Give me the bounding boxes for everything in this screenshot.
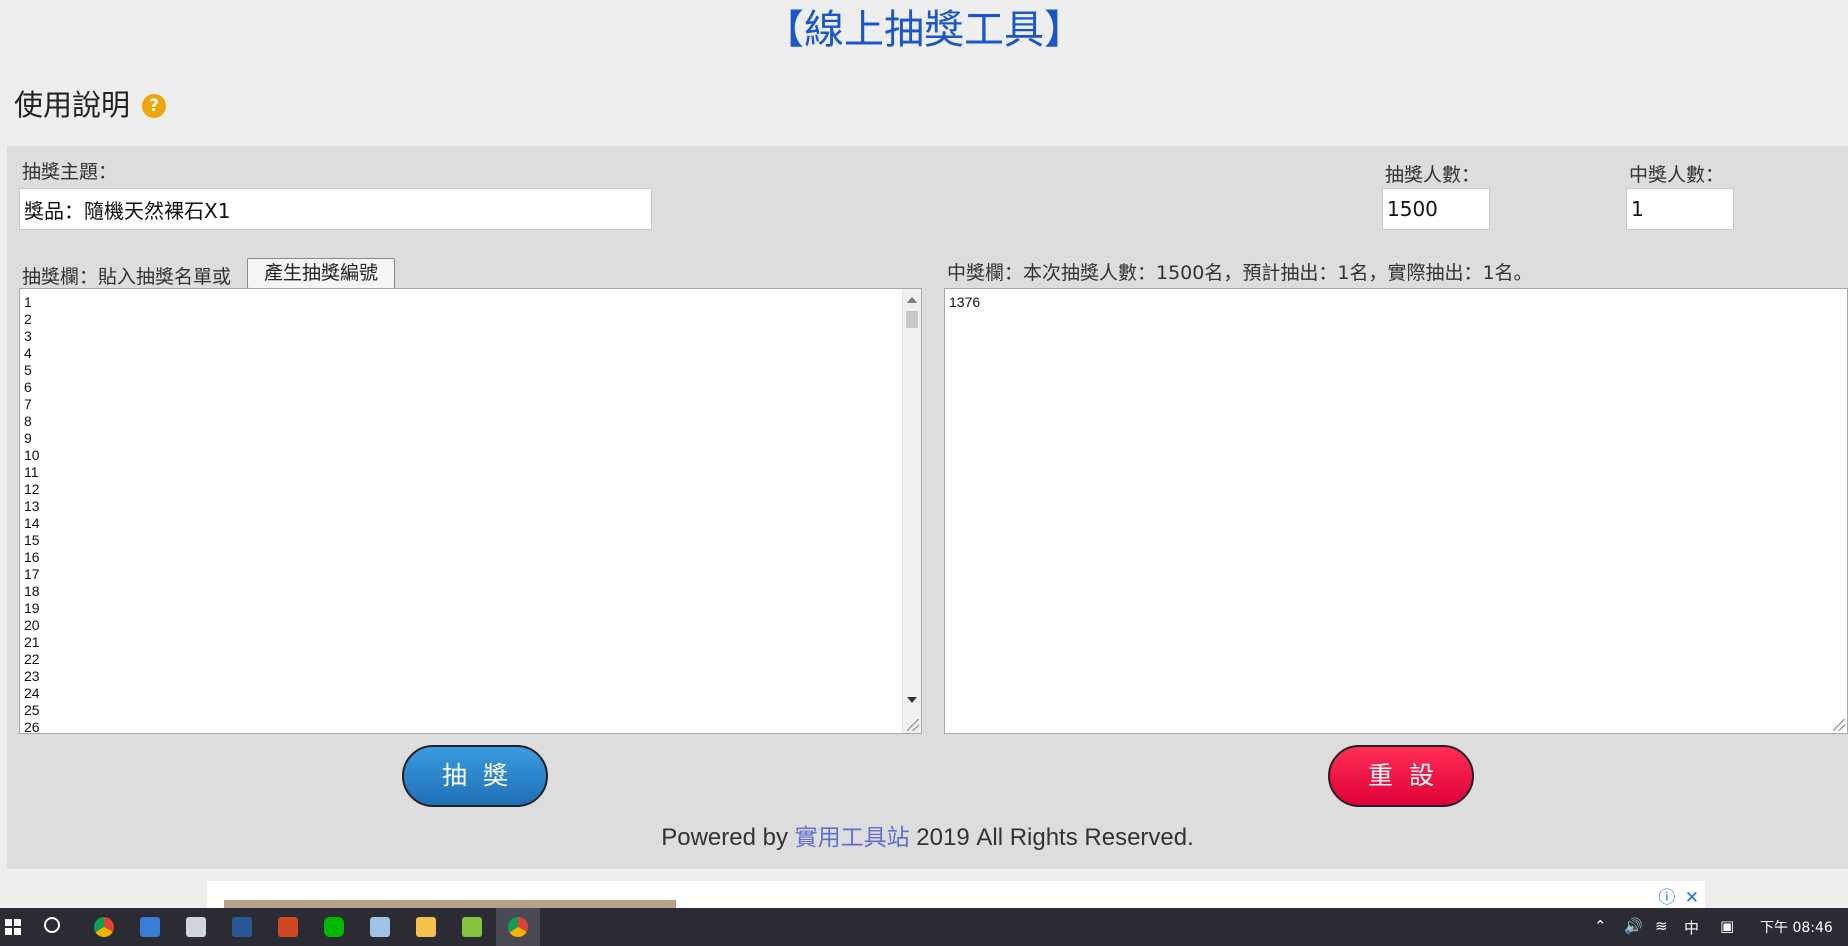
folder-icon[interactable] [416, 917, 436, 937]
reset-button[interactable]: 重設 [1328, 745, 1474, 807]
entries-label: 抽獎欄：貼入抽獎名單或 [22, 266, 232, 288]
lottery-panel: 抽獎主題： 抽獎人數： 中獎人數： 抽獎欄：貼入抽獎名單或 產生抽獎編號 中獎欄… [7, 146, 1848, 869]
entry-line: 11 [24, 464, 39, 480]
entry-line: 18 [24, 583, 40, 599]
powerpoint-icon[interactable] [278, 917, 298, 937]
entry-line: 1 [24, 294, 32, 310]
windows-start-icon[interactable] [5, 919, 21, 935]
winners-textarea[interactable]: 1376 [944, 288, 1848, 734]
entries-textarea[interactable]: 1 2 3 4 5 6 7 8 9 10 11 12 13 14 15 16 17 18 19 20 21 22 23 24 2… [19, 288, 922, 734]
resize-grip-icon[interactable] [1833, 719, 1845, 731]
entry-line: 20 [24, 617, 40, 633]
entries-list: 1 2 3 4 5 6 7 8 9 10 11 12 13 14 15 16 17 18 19 20 21 22 23 24 2… [20, 289, 921, 734]
page-title: 【線上抽獎工具】 [764, 7, 1084, 53]
entry-line: 10 [24, 447, 40, 463]
generate-numbers-button[interactable]: 產生抽獎編號 [247, 258, 395, 289]
chrome-active-icon[interactable] [508, 917, 528, 937]
bluestacks-icon[interactable] [462, 917, 482, 937]
wifi-icon[interactable]: ≋ [1655, 917, 1668, 935]
ime-indicator[interactable]: 中 [1684, 917, 1699, 938]
ad-image[interactable] [224, 900, 676, 908]
question-icon[interactable]: ? [142, 94, 167, 118]
taskbar: ⌃ 🔊 ≋ 中 ▣ 下午 08:46 [0, 908, 1848, 946]
entry-line: 16 [24, 549, 40, 565]
resize-grip-icon[interactable] [907, 719, 919, 731]
entries-scrollbar[interactable] [902, 289, 921, 733]
entry-line: 14 [24, 515, 40, 531]
entry-line: 19 [24, 600, 40, 616]
footer: Powered by 實用工具站 2019 All Rights Reserve… [7, 818, 1848, 852]
footer-prefix: Powered by [661, 824, 795, 851]
entry-line: 5 [24, 362, 32, 378]
app-window-icon[interactable] [140, 917, 160, 937]
participants-label: 抽獎人數： [1385, 164, 1481, 186]
entry-line: 23 [24, 668, 40, 684]
photos-icon[interactable] [186, 917, 206, 937]
entry-line: 15 [24, 532, 40, 548]
help-label: 使用說明 [14, 88, 131, 122]
ad-info-icon[interactable]: ⓘ [1658, 888, 1675, 908]
notes-icon[interactable] [370, 917, 390, 937]
entry-line: 13 [24, 498, 40, 514]
footer-suffix: 2019 All Rights Reserved. [909, 824, 1194, 851]
entry-line: 9 [24, 430, 32, 446]
line-icon[interactable] [324, 917, 344, 937]
draw-button[interactable]: 抽獎 [402, 745, 548, 807]
help-section[interactable]: 使用說明 ? [14, 82, 167, 124]
winner-number: 1376 [949, 294, 981, 310]
scroll-up-arrow-icon[interactable] [907, 297, 917, 303]
winners-count-input[interactable] [1626, 188, 1734, 230]
search-icon[interactable] [44, 917, 60, 933]
entry-line: 26 [24, 719, 40, 734]
ad-controls: ⓘ ✕ [1658, 883, 1699, 908]
entry-line: 21 [24, 634, 40, 650]
chrome-icon[interactable] [94, 917, 114, 937]
entry-line: 3 [24, 328, 32, 344]
tray-chevron-icon[interactable]: ⌃ [1594, 917, 1607, 935]
entry-line: 22 [24, 651, 40, 667]
scroll-thumb[interactable] [906, 311, 918, 328]
action-center-icon[interactable]: ▣ [1720, 917, 1734, 935]
entry-line: 17 [24, 566, 40, 582]
participants-input[interactable] [1382, 188, 1490, 230]
word-icon[interactable] [232, 917, 252, 937]
winners-count-label: 中獎人數： [1629, 164, 1725, 186]
entry-line: 2 [24, 311, 32, 327]
entry-line: 8 [24, 413, 32, 429]
entry-line: 24 [24, 685, 40, 701]
entry-line: 6 [24, 379, 32, 395]
scroll-down-arrow-icon[interactable] [907, 697, 917, 703]
ad-close-icon[interactable]: ✕ [1685, 888, 1699, 908]
ad-banner[interactable]: ⓘ ✕ [207, 881, 1705, 908]
footer-site-link[interactable]: 實用工具站 [795, 825, 910, 851]
active-app-highlight[interactable] [496, 908, 540, 946]
winners-box-label: 中獎欄：本次抽獎人數：1500名，預計抽出：1名，實際抽出：1名。 [947, 262, 1533, 284]
volume-icon[interactable]: 🔊 [1624, 917, 1643, 935]
entry-line: 12 [24, 481, 40, 497]
entry-line: 7 [24, 396, 32, 412]
topic-input[interactable] [19, 188, 652, 230]
entry-line: 4 [24, 345, 32, 361]
clock[interactable]: 下午 08:46 [1760, 917, 1833, 937]
entry-line: 25 [24, 702, 40, 718]
